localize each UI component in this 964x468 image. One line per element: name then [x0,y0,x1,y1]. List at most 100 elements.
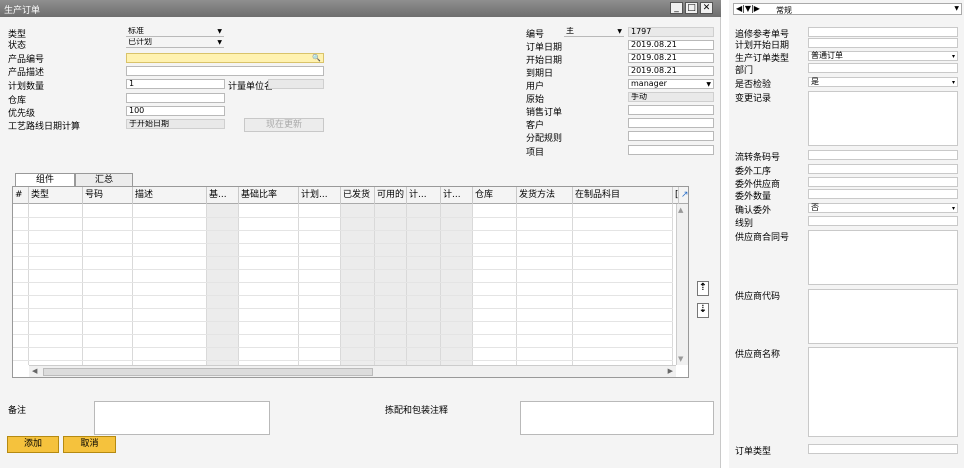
expand-icon[interactable]: ↗ [679,187,688,204]
udf-input[interactable] [808,63,958,73]
number-series-select[interactable]: 主 ▼ [564,27,624,37]
scroll-left-icon[interactable]: ◀ [32,367,37,375]
table-row [13,347,673,348]
udf-input[interactable]: 是 ▾ [808,77,958,87]
view-select[interactable]: ◀|▼|▶ 常规 ▼ [733,3,962,15]
table-row [13,217,673,218]
pick-pack-textarea[interactable] [520,401,714,435]
udf-input[interactable] [808,230,958,285]
type-value: 标准 [128,27,144,35]
tab-summary[interactable]: 汇总 [75,173,133,186]
udf-input[interactable] [808,164,958,174]
order-date-input[interactable]: 2019.08.21 [628,40,714,50]
chevron-down-icon: ▾ [951,79,955,86]
production-order-window: 生产订单 _ □ ✕ 类型 标准 ▼ 状态 已计划 ▼ 产品编号 🔍 产品描述 … [0,0,721,468]
sales-order-label: 销售订单 [526,108,563,118]
scroll-thumb[interactable] [43,368,373,376]
distribution-rule-label: 分配规则 [526,134,563,144]
table-row [13,256,673,257]
udf-label: 供应商代码 [735,292,781,302]
udf-input[interactable] [808,444,958,454]
maximize-icon[interactable]: □ [685,2,698,14]
grid-column-header[interactable]: 基础比率 [239,187,299,204]
grid-column-header[interactable]: 仓库 [473,187,517,204]
move-up-icon[interactable]: ⇡ [697,281,709,296]
table-row [13,321,673,322]
udf-input[interactable]: 否 ▾ [808,203,958,213]
search-icon[interactable]: 🔍 [312,54,321,62]
grid-column-header[interactable]: 描述 [133,187,207,204]
status-select[interactable]: 已计划 ▼ [126,38,224,48]
grid-column-header[interactable]: 在制品科目 [573,187,673,204]
product-no-input[interactable]: 🔍 [126,53,324,63]
udf-input[interactable] [808,38,958,48]
distribution-rule-input[interactable] [628,131,714,141]
udf-input[interactable]: 普通订单 ▾ [808,51,958,61]
udf-value: 普通订单 [811,51,843,60]
udf-input[interactable] [808,289,958,344]
update-now-button[interactable]: 现在更新 [244,118,324,132]
udf-input[interactable] [808,150,958,160]
priority-input[interactable]: 100 [126,106,225,116]
nav-arrows-icon[interactable]: ◀|▼|▶ [736,4,760,13]
vertical-scrollbar[interactable]: ▲ ▼ [676,204,688,365]
table-row [13,308,673,309]
horizontal-scrollbar[interactable]: ◀ ▶ [29,365,676,377]
remarks-textarea[interactable] [94,401,270,435]
grid-column-header[interactable]: 已发货 [341,187,375,204]
title-bar[interactable]: 生产订单 _ □ ✕ [0,0,721,17]
customer-input[interactable] [628,118,714,128]
grid-column-header[interactable]: 计... [407,187,441,204]
add-button[interactable]: 添加 [7,436,59,453]
scroll-down-icon[interactable]: ▼ [678,355,683,363]
table-row [13,269,673,270]
udf-input[interactable] [808,177,958,187]
udf-label: 部门 [735,66,754,76]
grid-column-header[interactable]: 计划... [299,187,341,204]
status-value: 已计划 [128,38,152,46]
number-field: 1797 [628,27,714,37]
move-down-icon[interactable]: ⇣ [697,303,709,318]
grid-column-header[interactable]: # [13,187,29,204]
tab-components[interactable]: 组件 [15,173,75,186]
components-grid[interactable]: # 类型 号码 描述 基... 基础比率 计划... 已发货 可用的 计... 计... 仓库 发货方法… [12,186,689,378]
planned-qty-input[interactable]: 1 [126,79,225,89]
udf-input[interactable] [808,189,958,199]
window-title: 生产订单 [4,6,41,16]
routing-date-value: 于开始日期 [129,119,169,128]
routing-date-label: 工艺路线日期计算 [8,122,81,132]
project-input[interactable] [628,145,714,155]
uom-label: 计量单位名 [228,82,274,92]
start-date-input[interactable]: 2019.08.21 [628,53,714,63]
udf-label: 确认委外 [735,206,772,216]
grid-column [239,204,299,365]
grid-column [407,204,441,365]
user-select[interactable]: manager ▼ [628,79,714,89]
uom-field [268,79,324,89]
grid-column-header[interactable]: 类型 [29,187,83,204]
cancel-button[interactable]: 取消 [63,436,116,453]
minimize-icon[interactable]: _ [670,2,683,14]
due-date-input[interactable]: 2019.08.21 [628,66,714,76]
udf-input[interactable] [808,347,958,437]
scroll-up-icon[interactable]: ▲ [678,206,683,214]
sales-order-input[interactable] [628,105,714,115]
udf-input[interactable] [808,216,958,226]
grid-column-header[interactable]: 发货方法 [517,187,573,204]
udf-input[interactable] [808,91,958,146]
grid-column-header[interactable]: 号码 [83,187,133,204]
routing-date-select[interactable]: 于开始日期 [126,119,225,129]
grid-column-header[interactable]: 基... [207,187,239,204]
table-row [13,334,673,335]
udf-input[interactable] [808,27,958,37]
grid-column-header[interactable]: 计... [441,187,473,204]
warehouse-input[interactable] [126,93,225,103]
close-icon[interactable]: ✕ [700,2,713,14]
grid-column-header[interactable]: 可用的 [375,187,407,204]
udf-label: 供应商合同号 [735,233,790,243]
product-desc-input[interactable] [126,66,324,76]
chevron-down-icon: ▼ [954,5,959,12]
grid-header: # 类型 号码 描述 基... 基础比率 计划... 已发货 可用的 计... 计... 仓库 发货方法… [13,187,688,204]
type-select[interactable]: 标准 ▼ [126,27,224,37]
scroll-right-icon[interactable]: ▶ [668,367,673,375]
